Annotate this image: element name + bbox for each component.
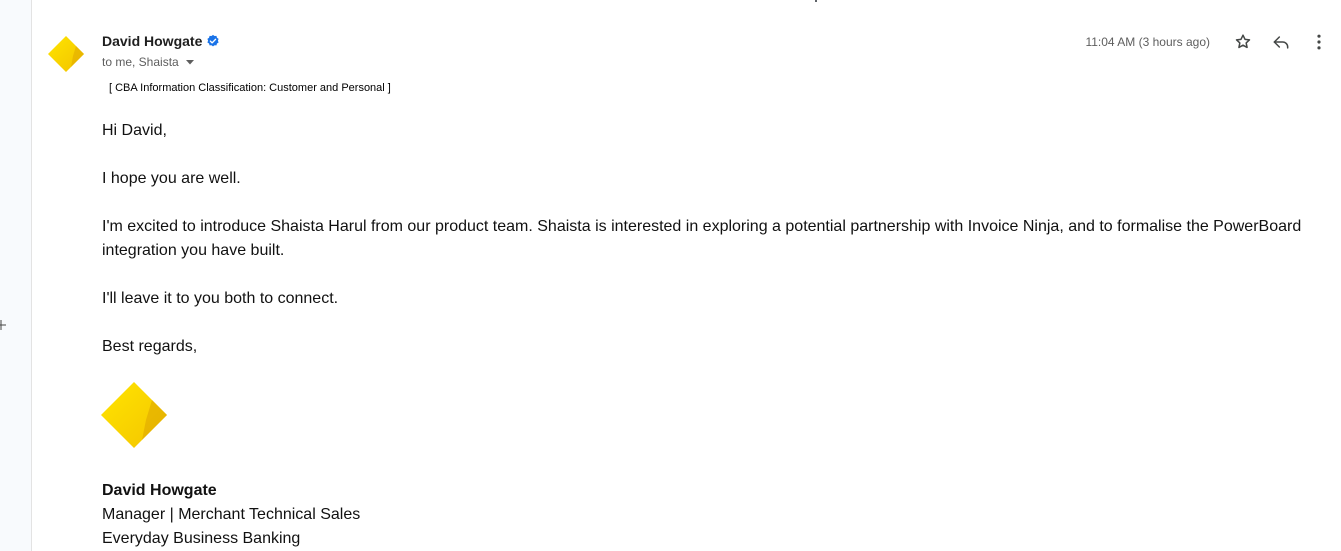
body-paragraph-2: I'm excited to introduce Shaista Harul f…	[102, 218, 1302, 259]
email-body: Hi David, I hope you are well. I'm excit…	[102, 119, 1322, 383]
star-icon	[1235, 34, 1251, 49]
timestamp: 11:04 AM (3 hours ago)	[1085, 35, 1210, 49]
signature-block: David Howgate Manager | Merchant Technic…	[102, 479, 360, 551]
body-paragraph-3: I'll leave it to you both to connect.	[102, 290, 339, 307]
classification-label: [ CBA Information Classification: Custom…	[109, 82, 391, 94]
sender-name[interactable]: David Howgate	[102, 33, 202, 49]
recipients-text: to me, Shaista	[102, 55, 179, 69]
body-paragraph-1: I hope you are well.	[102, 170, 241, 187]
recipients-line: to me, Shaista	[102, 55, 195, 69]
collapse-handle-icon[interactable]	[0, 319, 8, 331]
message-actions	[1225, 28, 1337, 56]
signature-department: Everyday Business Banking	[102, 530, 301, 547]
signature-logo	[101, 382, 167, 448]
chevron-down-icon[interactable]	[185, 57, 195, 67]
left-rail	[0, 0, 32, 551]
sender-row: David Howgate	[102, 33, 220, 49]
signature-title: Manager | Merchant Technical Sales	[102, 506, 361, 523]
more-vert-icon	[1317, 34, 1321, 50]
verified-badge-icon	[207, 34, 219, 47]
reply-icon	[1273, 36, 1289, 49]
signature-name: David Howgate	[102, 482, 217, 499]
email-message: David Howgate to me, Shaista 11:04 AM (3…	[31, 0, 1341, 551]
closing: Best regards,	[102, 338, 198, 355]
more-options-button[interactable]	[1301, 28, 1337, 56]
greeting: Hi David,	[102, 122, 167, 139]
reply-button[interactable]	[1263, 28, 1299, 56]
sender-avatar[interactable]	[46, 34, 86, 74]
star-button[interactable]	[1225, 28, 1261, 56]
